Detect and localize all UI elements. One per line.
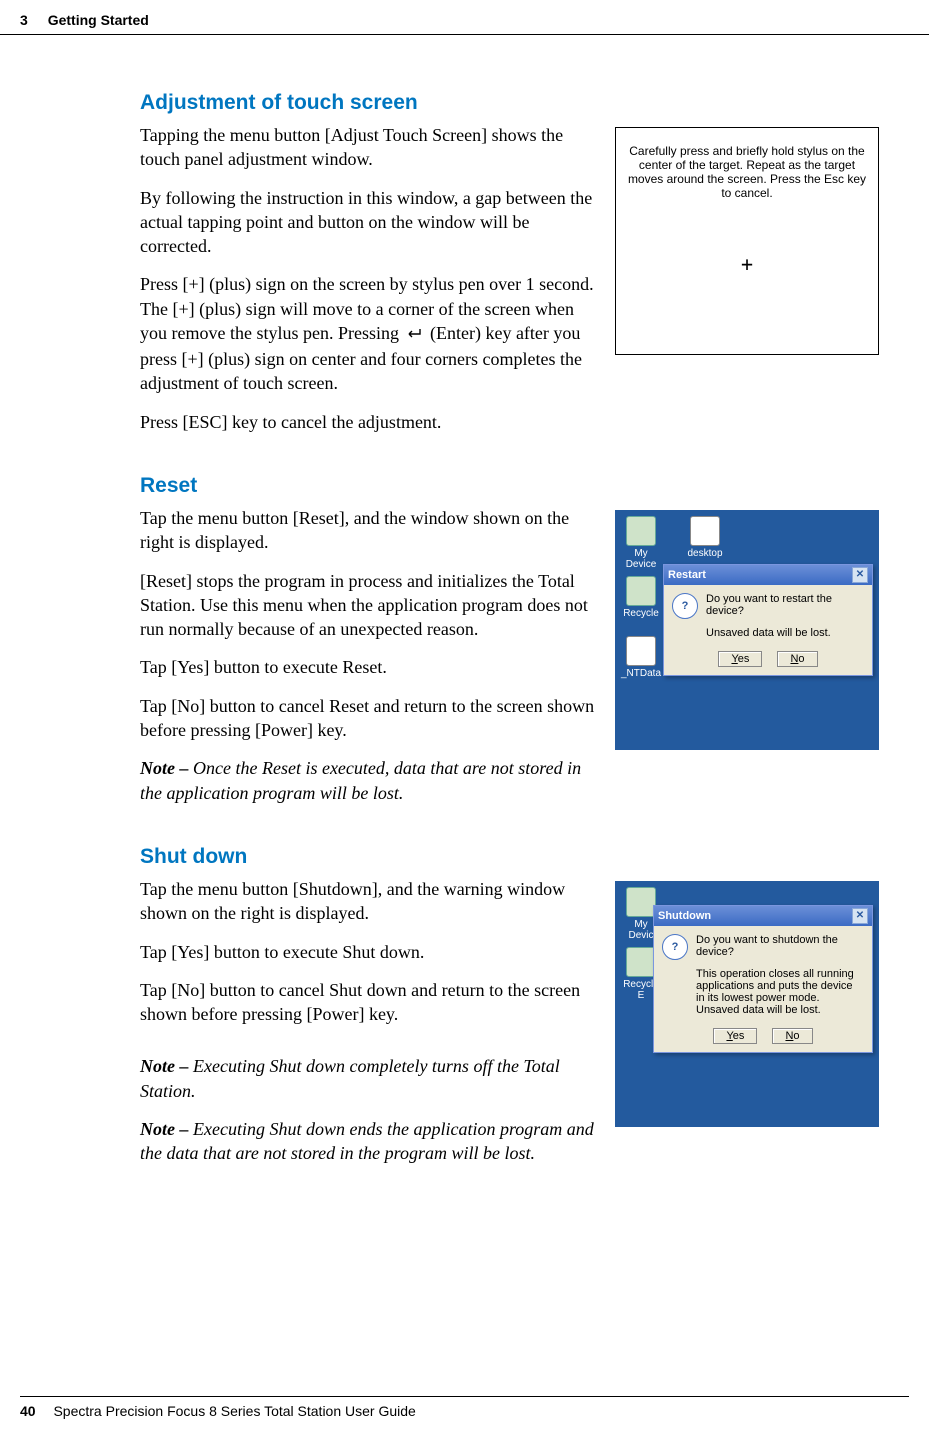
restart-dialog: Restart ✕ ? Do you want to restart the d… [663, 564, 873, 676]
chapter-title: Getting Started [48, 12, 149, 28]
calibration-screenshot: Carefully press and briefly hold stylus … [615, 127, 879, 355]
question-icon: ? [672, 593, 698, 619]
file-icon [626, 636, 656, 666]
dialog-title: Restart [668, 569, 706, 581]
shutdown-dialog: Shutdown ✕ ? Do you want to shutdown the… [653, 905, 873, 1053]
no-button[interactable]: No [772, 1028, 812, 1044]
shutdown-screenshot: My Devic Recycle E Shutdown ✕ ? Do you w… [615, 881, 879, 1127]
dialog-title: Shutdown [658, 910, 711, 922]
page-content: Adjustment of touch screen Carefully pre… [0, 35, 929, 1180]
s1-p4: Press [ESC] key to cancel the adjustment… [140, 410, 879, 434]
dialog-titlebar: Restart ✕ [664, 565, 872, 585]
desktop-icon-desktop[interactable]: desktop [685, 516, 725, 559]
heading-reset: Reset [140, 474, 879, 498]
page-header: 3 Getting Started [0, 0, 929, 35]
book-title: Spectra Precision Focus 8 Series Total S… [53, 1403, 415, 1419]
yes-button[interactable]: Yes [713, 1028, 757, 1044]
desktop-icon-my-device[interactable]: My Device [621, 516, 661, 570]
close-icon[interactable]: ✕ [852, 908, 868, 924]
page-number: 40 [20, 1403, 36, 1419]
calibration-target-icon: + [741, 252, 753, 276]
yes-button[interactable]: Yes [718, 651, 762, 667]
dialog-message: Do you want to shutdown the device? This… [696, 934, 864, 1016]
desktop-icon-recycle[interactable]: Recycle [621, 576, 661, 619]
enter-key-icon [403, 323, 425, 347]
heading-shutdown: Shut down [140, 845, 879, 869]
no-button[interactable]: No [777, 651, 817, 667]
close-icon[interactable]: ✕ [852, 567, 868, 583]
device-icon [626, 887, 656, 917]
recycle-icon [626, 576, 656, 606]
recycle-icon [626, 947, 656, 977]
desktop-icon-ntdata[interactable]: _NTData [621, 636, 661, 679]
device-icon [626, 516, 656, 546]
dialog-message: Do you want to restart the device? Unsav… [706, 593, 864, 639]
dialog-titlebar: Shutdown ✕ [654, 906, 872, 926]
heading-adjustment: Adjustment of touch screen [140, 91, 879, 115]
question-icon: ? [662, 934, 688, 960]
folder-icon [690, 516, 720, 546]
page-footer: 40 Spectra Precision Focus 8 Series Tota… [20, 1396, 909, 1419]
calibration-instruction-text: Carefully press and briefly hold stylus … [626, 144, 868, 200]
s2-note: Note – Once the Reset is executed, data … [140, 756, 879, 805]
reset-screenshot: My Device desktop Recycle _NTData Restar… [615, 510, 879, 750]
chapter-number: 3 [20, 12, 28, 28]
